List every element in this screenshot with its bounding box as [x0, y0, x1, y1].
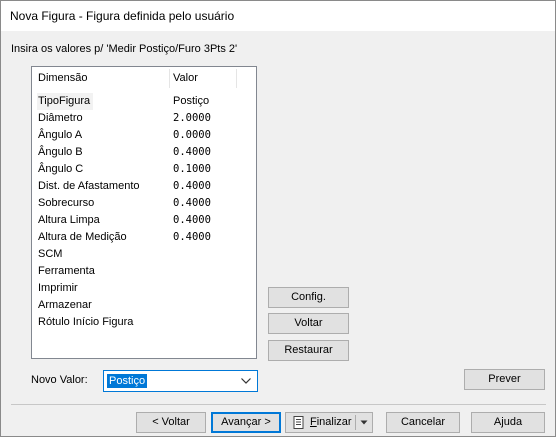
- dimension-name: Diâmetro: [38, 112, 83, 124]
- dimension-name: Ângulo B: [38, 146, 83, 158]
- finish-label[interactable]: Finalizar: [310, 413, 352, 432]
- dimension-name: Ângulo C: [38, 163, 84, 175]
- split-divider: [355, 415, 356, 430]
- novo-valor-label: Novo Valor:: [31, 374, 88, 386]
- dimension-value: 2.0000: [173, 112, 211, 124]
- dimension-value: Postiço: [173, 95, 210, 107]
- list-item[interactable]: SCM: [32, 246, 256, 263]
- finish-label-rest: inalizar: [316, 416, 352, 428]
- list-item[interactable]: Sobrecurso 0.4000: [32, 195, 256, 212]
- dimension-value: 0.1000: [173, 163, 211, 175]
- list-item[interactable]: Altura Limpa 0.4000: [32, 212, 256, 229]
- prever-button[interactable]: Prever: [464, 369, 545, 390]
- dimension-name: SCM: [38, 248, 63, 260]
- dimension-name: Ângulo A: [38, 129, 83, 141]
- dimension-value: 0.4000: [173, 214, 211, 226]
- config-button[interactable]: Config.: [268, 287, 349, 308]
- dimension-value: 0.4000: [173, 197, 211, 209]
- chevron-down-icon[interactable]: [240, 374, 252, 388]
- help-button[interactable]: Ajuda: [471, 412, 545, 433]
- dimension-name: Sobrecurso: [38, 197, 95, 209]
- dimension-value: 0.4000: [173, 146, 211, 158]
- dimension-name: Armazenar: [38, 299, 92, 311]
- dimension-name: Rótulo Início Figura: [38, 316, 134, 328]
- back-button[interactable]: < Voltar: [136, 412, 206, 433]
- document-icon: [292, 416, 305, 429]
- instruction-text: Insira os valores p/ 'Medir Postiço/Furo…: [11, 43, 238, 55]
- column-header-value[interactable]: Valor: [173, 67, 231, 90]
- column-divider[interactable]: [236, 69, 237, 88]
- dimension-list[interactable]: Dimensão Valor TipoFigura Postiço Diâmetro…: [31, 66, 257, 359]
- list-item[interactable]: Altura de Medição 0.4000: [32, 229, 256, 246]
- window-title: Nova Figura - Figura definida pelo usuár…: [10, 9, 235, 23]
- list-item[interactable]: Ferramenta: [32, 263, 256, 280]
- dialog-window: Nova Figura - Figura definida pelo usuár…: [0, 0, 556, 437]
- novo-valor-combobox[interactable]: Postiço: [103, 370, 258, 392]
- cancel-button[interactable]: Cancelar: [386, 412, 460, 433]
- title-bar: Nova Figura - Figura definida pelo usuár…: [1, 1, 555, 31]
- list-item[interactable]: Ângulo A 0.0000: [32, 127, 256, 144]
- dimension-name: TipoFigura: [37, 93, 94, 110]
- dimension-value: 0.4000: [173, 180, 211, 192]
- chevron-down-icon[interactable]: [359, 417, 369, 428]
- list-item[interactable]: Ângulo B 0.4000: [32, 144, 256, 161]
- list-item[interactable]: Diâmetro 2.0000: [32, 110, 256, 127]
- list-item[interactable]: TipoFigura Postiço: [32, 93, 256, 110]
- finish-accelerator: F: [310, 416, 317, 428]
- list-item[interactable]: Imprimir: [32, 280, 256, 297]
- column-header-dimension[interactable]: Dimensão: [38, 67, 166, 90]
- dimension-name: Ferramenta: [38, 265, 95, 277]
- finish-split-button[interactable]: Finalizar: [285, 412, 373, 433]
- list-item[interactable]: Armazenar: [32, 297, 256, 314]
- dimension-value: 0.0000: [173, 129, 211, 141]
- dimension-name: Altura de Medição: [38, 231, 127, 243]
- dimension-name: Altura Limpa: [38, 214, 100, 226]
- novo-valor-selected-text[interactable]: Postiço: [107, 374, 148, 388]
- voltar-button[interactable]: Voltar: [268, 313, 349, 334]
- dimension-name: Dist. de Afastamento: [38, 180, 140, 192]
- restaurar-button[interactable]: Restaurar: [268, 340, 349, 361]
- list-item[interactable]: Dist. de Afastamento 0.4000: [32, 178, 256, 195]
- list-item[interactable]: Rótulo Início Figura: [32, 314, 256, 331]
- list-header: Dimensão Valor: [32, 67, 256, 90]
- list-rows: TipoFigura Postiço Diâmetro 2.0000 Ângulo A 0…: [32, 93, 256, 331]
- column-divider[interactable]: [169, 69, 170, 88]
- footer-separator: [11, 404, 546, 405]
- dimension-value: 0.4000: [173, 231, 211, 243]
- next-button[interactable]: Avançar >: [211, 412, 281, 433]
- list-item[interactable]: Ângulo C 0.1000: [32, 161, 256, 178]
- dimension-name: Imprimir: [38, 282, 78, 294]
